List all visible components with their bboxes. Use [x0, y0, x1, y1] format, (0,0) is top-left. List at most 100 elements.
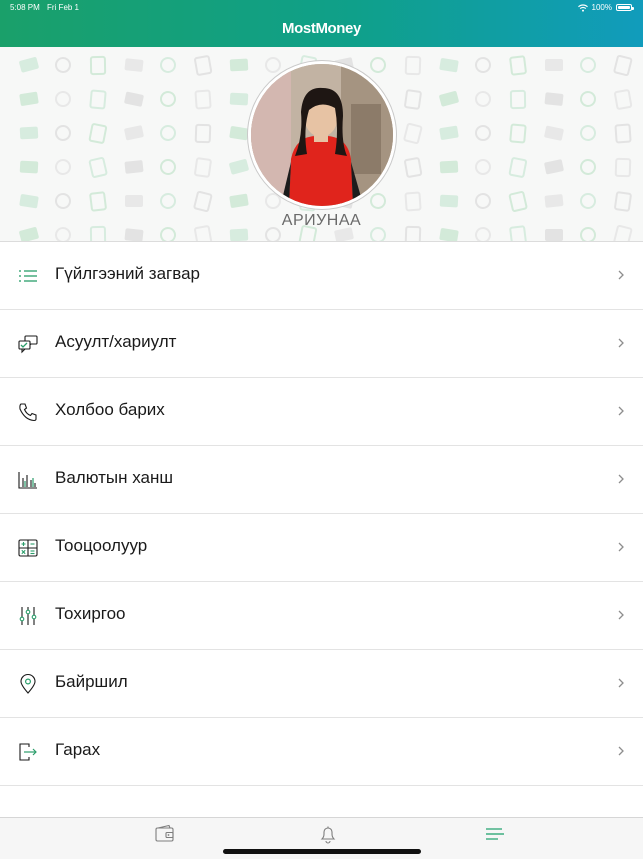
menu-item-logout[interactable]: Гарах	[0, 718, 643, 786]
menu-item-calculator[interactable]: Тооцоолуур	[0, 514, 643, 582]
pattern-icon	[194, 55, 213, 76]
menu-item-transaction-templates[interactable]: Гүйлгээний загвар	[0, 242, 643, 310]
home-indicator	[223, 849, 421, 854]
pattern-icon	[439, 194, 459, 208]
pattern-icon	[265, 57, 281, 73]
pattern-icon	[475, 57, 491, 73]
battery-icon	[616, 4, 634, 11]
menu-item-contact[interactable]: Холбоо барих	[0, 378, 643, 446]
pattern-icon	[89, 55, 107, 76]
app-header: 5:08 PM Fri Feb 1 100% MostMoney	[0, 0, 643, 47]
chat-icon	[18, 335, 38, 354]
pattern-icon	[475, 159, 491, 175]
pattern-icon	[544, 194, 564, 208]
pattern-icon	[229, 228, 249, 241]
pattern-icon	[19, 160, 39, 174]
pattern-icon	[55, 57, 71, 73]
chevron-right-icon	[618, 338, 624, 348]
pattern-icon	[580, 125, 596, 141]
pattern-icon	[229, 193, 249, 208]
pattern-icon	[580, 90, 596, 107]
pattern-icon	[160, 91, 176, 107]
pattern-icon	[229, 92, 249, 106]
sliders-icon	[19, 607, 37, 625]
pattern-icon	[580, 159, 596, 175]
pattern-icon	[370, 193, 386, 209]
pattern-icon	[614, 89, 633, 110]
pattern-icon	[404, 191, 422, 212]
pattern-icon	[124, 160, 144, 174]
pattern-icon	[404, 157, 423, 178]
pattern-icon	[509, 55, 527, 76]
pattern-icon	[509, 89, 527, 110]
menu-item-label: Асуулт/хариулт	[55, 332, 177, 351]
pattern-icon	[194, 123, 212, 144]
pattern-icon	[19, 57, 39, 73]
status-right: 100%	[577, 3, 634, 12]
phone-icon	[19, 403, 37, 422]
pattern-icon	[580, 57, 596, 73]
pattern-icon	[580, 193, 596, 209]
pattern-icon	[265, 193, 281, 209]
pattern-icon	[55, 125, 71, 141]
pattern-icon	[194, 157, 212, 178]
pattern-icon	[89, 191, 107, 212]
chevron-right-icon	[618, 270, 624, 280]
chevron-right-icon	[618, 474, 624, 484]
menu-item-label: Тооцоолуур	[55, 536, 148, 555]
profile-name: АРИУНАА	[281, 212, 362, 229]
pattern-icon	[544, 125, 564, 141]
pattern-icon	[124, 228, 144, 241]
menu-icon[interactable]	[484, 824, 506, 844]
pattern-icon	[545, 59, 563, 71]
pattern-icon	[404, 55, 422, 76]
pattern-icon	[160, 57, 176, 73]
pattern-icon	[160, 193, 176, 209]
logout-icon	[19, 743, 37, 761]
menu-item-faq[interactable]: Асуулт/хариулт	[0, 310, 643, 378]
menu-item-label: Валютын ханш	[55, 468, 173, 487]
pattern-icon	[475, 91, 491, 107]
pattern-icon	[19, 91, 39, 106]
avatar[interactable]	[248, 61, 396, 209]
bar-chart-icon	[18, 472, 37, 489]
pattern-icon	[55, 159, 71, 175]
chevron-right-icon	[618, 542, 624, 552]
chevron-right-icon	[618, 610, 624, 620]
battery-percent: 100%	[591, 3, 612, 12]
pattern-icon	[544, 92, 564, 106]
pattern-icon	[229, 159, 249, 175]
pattern-icon	[439, 160, 459, 174]
bell-icon[interactable]	[317, 824, 339, 844]
menu-item-label: Гүйлгээний загвар	[55, 264, 200, 283]
chevron-right-icon	[618, 746, 624, 756]
pattern-icon	[88, 123, 108, 144]
pattern-icon	[475, 125, 491, 141]
pattern-icon	[229, 58, 249, 72]
menu-item-location[interactable]: Байршил	[0, 650, 643, 718]
menu-list: Гүйлгээний загвар Асуулт/хариулт Холбоо …	[0, 242, 643, 786]
status-date: Fri Feb 1	[47, 3, 80, 12]
pattern-icon	[88, 157, 108, 178]
pattern-icon	[475, 193, 491, 209]
pattern-icon	[403, 122, 423, 145]
wallet-icon[interactable]	[154, 824, 176, 844]
pattern-icon	[545, 229, 563, 241]
menu-item-exchange-rates[interactable]: Валютын ханш	[0, 446, 643, 514]
pattern-icon	[508, 191, 528, 212]
menu-item-settings[interactable]: Тохиргоо	[0, 582, 643, 650]
menu-item-label: Тохиргоо	[55, 604, 126, 623]
pattern-icon	[544, 159, 564, 175]
pattern-icon	[614, 123, 632, 144]
pattern-icon	[194, 89, 212, 110]
pattern-icon	[509, 123, 527, 144]
avatar-photo	[251, 64, 393, 206]
pattern-icon	[55, 91, 71, 107]
menu-item-label: Байршил	[55, 672, 128, 691]
app-title: MostMoney	[282, 20, 361, 37]
pattern-icon	[229, 126, 249, 141]
status-time: 5:08 PM	[10, 3, 40, 12]
pattern-icon	[439, 125, 459, 140]
location-pin-icon	[20, 673, 36, 694]
list-icon	[19, 270, 37, 282]
